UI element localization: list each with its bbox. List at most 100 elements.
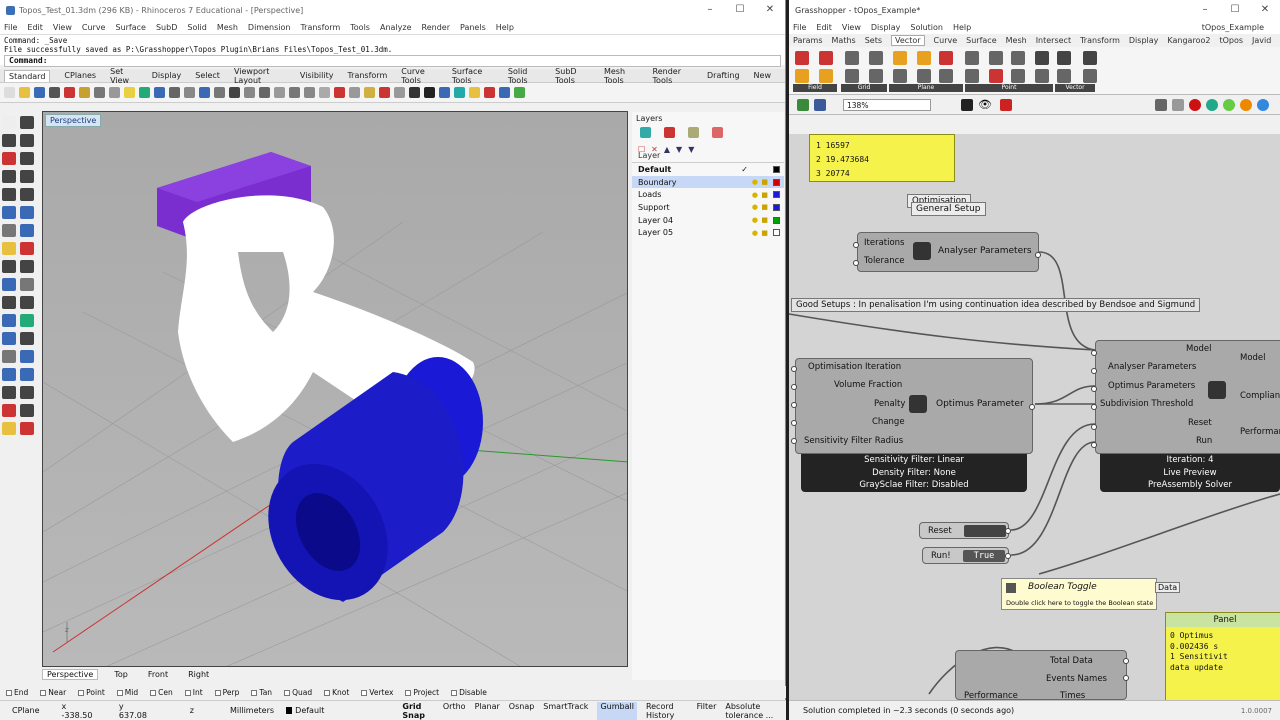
viewport-tab-front[interactable]: Front xyxy=(144,670,172,679)
sphere-green-icon[interactable] xyxy=(1223,98,1235,111)
layer-row[interactable]: Boundary ● ■ xyxy=(632,175,784,189)
toolbar-tool-icon[interactable] xyxy=(139,87,150,98)
gh-menu-help[interactable]: Help xyxy=(953,23,971,32)
toolbar-tab-display[interactable]: Display xyxy=(152,71,182,80)
move-down-icon[interactable]: ▼ xyxy=(676,145,682,154)
osnap-checkbox[interactable] xyxy=(284,689,291,696)
gh-component-icon[interactable] xyxy=(965,69,979,83)
toolbar-tab-curve-tools[interactable]: Curve Tools xyxy=(401,67,438,85)
group-note[interactable]: Good Setups : In penalisation I'm using … xyxy=(791,298,1201,312)
left-tool-icon[interactable] xyxy=(2,332,16,345)
osnap-checkbox[interactable] xyxy=(324,689,331,696)
solver-component[interactable]: Model Analyser Parameters Optimus Parame… xyxy=(1095,340,1280,454)
layer-visible-icon[interactable]: ● xyxy=(752,216,758,224)
gh-component-icon[interactable] xyxy=(917,51,931,65)
gh-close-button[interactable]: ✕ xyxy=(1250,0,1280,20)
gh-component-icon[interactable] xyxy=(939,69,953,83)
left-tool-icon[interactable] xyxy=(2,404,16,417)
osnap-near[interactable]: Near xyxy=(40,688,66,697)
menu-edit[interactable]: Edit xyxy=(27,23,43,32)
toolbar-tab-cplanes[interactable]: CPlanes xyxy=(64,71,96,80)
paint-icon[interactable] xyxy=(999,98,1012,111)
zoom-field[interactable]: 138% xyxy=(843,98,931,111)
osnap-point[interactable]: Point xyxy=(78,688,105,697)
preview-shaded-icon[interactable] xyxy=(1189,98,1201,111)
connection-grip[interactable] xyxy=(1123,658,1129,664)
left-tool-icon[interactable] xyxy=(20,188,34,201)
osnap-mid[interactable]: Mid xyxy=(116,688,138,697)
layer-color-swatch[interactable] xyxy=(773,229,780,237)
toolbar-tool-icon[interactable] xyxy=(34,87,45,98)
toolbar-tab-subd-tools[interactable]: SubD Tools xyxy=(555,67,590,85)
layer-row[interactable]: Loads ● ■ xyxy=(632,188,784,201)
connection-grip[interactable] xyxy=(1091,424,1097,430)
osnap-perp[interactable]: Perp xyxy=(214,688,239,697)
toolbar-tool-icon[interactable] xyxy=(229,87,240,98)
gh-component-icon[interactable] xyxy=(845,69,859,83)
left-tool-icon[interactable] xyxy=(20,314,34,327)
connection-grip[interactable] xyxy=(1091,442,1097,448)
left-tool-icon[interactable] xyxy=(20,134,34,147)
toolbar-tool-icon[interactable] xyxy=(64,87,75,98)
left-tool-icon[interactable] xyxy=(20,386,34,399)
connection-grip[interactable] xyxy=(1005,553,1011,559)
toolbar-tool-icon[interactable] xyxy=(184,87,195,98)
gh-menu-display[interactable]: Display xyxy=(871,23,901,32)
gh-component-icon[interactable] xyxy=(965,51,979,65)
layer-color-swatch[interactable] xyxy=(773,191,780,199)
delete-layer-icon[interactable] xyxy=(664,127,675,138)
toolbar-tool-icon[interactable] xyxy=(364,87,375,98)
left-tool-icon[interactable] xyxy=(20,296,34,309)
gh-component-icon[interactable] xyxy=(819,51,833,65)
gh-canvas[interactable]: 1 16597 2 19.473684 3 20774 Optimisation… xyxy=(789,134,1280,700)
left-tool-icon[interactable] xyxy=(2,350,16,363)
new-layer-icon[interactable] xyxy=(640,127,651,138)
layer-visible-icon[interactable]: ● xyxy=(752,203,758,211)
ribbon-group-vector[interactable]: Vector xyxy=(1055,84,1095,92)
menu-solid[interactable]: Solid xyxy=(187,23,207,32)
gh-tab-sets[interactable]: Sets xyxy=(865,36,882,45)
gh-component-icon[interactable] xyxy=(1035,51,1049,65)
layer-visible-icon[interactable]: ● xyxy=(752,229,758,237)
osnap-cen[interactable]: Cen xyxy=(150,688,173,697)
toolbar-tool-icon[interactable] xyxy=(514,87,525,98)
gh-component-icon[interactable] xyxy=(845,51,859,65)
toolbar-tab-new[interactable]: New xyxy=(754,71,771,80)
left-tool-icon[interactable] xyxy=(20,404,34,417)
toolbar-tab-set-view[interactable]: Set View xyxy=(110,67,138,85)
ribbon-group-field[interactable]: Field xyxy=(793,84,837,92)
filter-funnel-icon[interactable]: ▼ xyxy=(688,145,694,154)
osnap-checkbox[interactable] xyxy=(116,689,123,696)
toolbar-tool-icon[interactable] xyxy=(154,87,165,98)
gh-tab-params[interactable]: Params xyxy=(793,36,823,45)
gh-tab-vector[interactable]: Vector xyxy=(891,35,925,46)
osnap-disable[interactable]: Disable xyxy=(451,688,487,697)
toolbar-tool-icon[interactable] xyxy=(274,87,285,98)
osnap-checkbox[interactable] xyxy=(40,689,47,696)
layer-row[interactable]: Support ● ■ xyxy=(632,201,784,214)
toolbar-tool-icon[interactable] xyxy=(439,87,450,98)
left-tool-icon[interactable] xyxy=(2,386,16,399)
toolbar-tool-icon[interactable] xyxy=(424,87,435,98)
toolbar-tool-icon[interactable] xyxy=(19,87,30,98)
gh-component-icon[interactable] xyxy=(869,69,883,83)
osnap-checkbox[interactable] xyxy=(451,689,458,696)
gh-component-icon[interactable] xyxy=(1057,69,1071,83)
left-tool-icon[interactable] xyxy=(20,350,34,363)
connection-grip[interactable] xyxy=(1035,252,1041,258)
ribbon-group-point[interactable]: Point xyxy=(965,84,1053,92)
viewport-title[interactable]: Perspective xyxy=(45,114,102,127)
layer-color-swatch[interactable] xyxy=(773,216,780,224)
connection-grip[interactable] xyxy=(1029,404,1035,410)
gh-tab-mesh[interactable]: Mesh xyxy=(1006,36,1027,45)
left-tool-icon[interactable] xyxy=(2,314,16,327)
menu-curve[interactable]: Curve xyxy=(82,23,106,32)
layer-tool-icon[interactable] xyxy=(712,127,723,138)
current-layer[interactable]: Default xyxy=(295,706,324,715)
osnap-int[interactable]: Int xyxy=(184,688,203,697)
gh-tab-topos[interactable]: tOpos xyxy=(1219,36,1243,45)
osnap-checkbox[interactable] xyxy=(78,689,85,696)
toolbar-tool-icon[interactable] xyxy=(409,87,420,98)
sketch-icon[interactable] xyxy=(961,98,973,111)
status-toggle-grid-snap[interactable]: Grid Snap xyxy=(402,702,433,720)
